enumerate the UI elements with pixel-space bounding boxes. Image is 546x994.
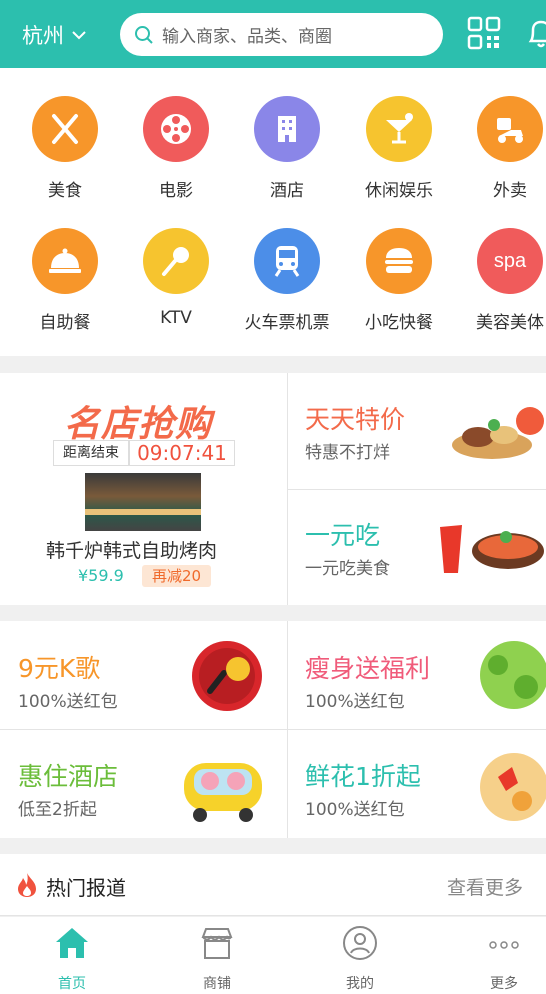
- home-page: 杭州 输入商家、品类、商圈 美食 电影 酒店 休闲娱乐 外卖 自助餐 KTV 火…: [0, 0, 546, 994]
- search-placeholder: 输入商家、品类、商圈: [162, 27, 332, 47]
- city-label: 杭州: [22, 24, 64, 48]
- category-label: 电影: [159, 181, 193, 201]
- takeout-illustration-icon: [480, 753, 546, 821]
- grid-card-title: 鲜花1折起: [305, 762, 421, 791]
- hot-news-title: 热门报道: [46, 876, 126, 900]
- tab-mine[interactable]: 我的: [320, 925, 400, 993]
- tab-label: 更多: [490, 976, 518, 992]
- category-label: KTV: [160, 308, 192, 328]
- category-snacks[interactable]: 小吃快餐: [349, 228, 449, 338]
- grid-card-sub: 100%送红包: [305, 800, 405, 820]
- train-icon: [254, 228, 320, 294]
- category-movie[interactable]: 电影: [126, 96, 226, 206]
- grid-card-title: 惠住酒店: [18, 762, 119, 791]
- more-dots-icon: [489, 941, 519, 949]
- tab-label: 商铺: [203, 976, 231, 992]
- grid-card-title: 9元K歌: [18, 654, 101, 683]
- qr-scan-icon[interactable]: [467, 16, 501, 50]
- tab-shops[interactable]: 商铺: [177, 925, 257, 993]
- category-label: 美容美体: [476, 313, 544, 333]
- grid-card-sub: 低至2折起: [18, 800, 97, 820]
- cocktail-icon: [366, 96, 432, 162]
- tab-more[interactable]: 更多: [464, 925, 544, 993]
- spa-icon-text: spa: [493, 249, 527, 272]
- daily-deal-sub: 特惠不打烊: [305, 443, 390, 463]
- grid-card-sub: 100%送红包: [18, 692, 118, 712]
- bottom-nav: 首页 商铺 我的 更多: [0, 917, 546, 994]
- building-icon: [254, 96, 320, 162]
- top-bar: 杭州 输入商家、品类、商圈: [0, 0, 546, 68]
- scooter-icon: [477, 96, 543, 162]
- category-label: 小吃快餐: [365, 313, 433, 333]
- bell-icon[interactable]: [526, 16, 546, 50]
- category-buffet[interactable]: 自助餐: [15, 228, 115, 338]
- divider: [288, 489, 546, 490]
- tab-label: 首页: [58, 976, 86, 992]
- chevron-down-icon: [72, 31, 86, 40]
- promo-section: 名店抢购 距离结束 09:07:41 韩千炉韩式自助烤肉 ¥59.9 再减20 …: [0, 373, 546, 605]
- tab-label: 我的: [346, 976, 374, 992]
- one-yuan-sub: 一元吃美食: [305, 559, 390, 579]
- fork-knife-icon: [32, 96, 98, 162]
- outing-illustration-icon: [480, 641, 546, 709]
- food-bowl-icon: [440, 525, 544, 573]
- film-reel-icon: [143, 96, 209, 162]
- shop-photo: [85, 473, 201, 531]
- grid-card-sub: 100%送红包: [305, 692, 405, 712]
- countdown-timer: 09:07:41: [129, 440, 235, 466]
- user-icon: [343, 926, 377, 960]
- tab-home[interactable]: 首页: [32, 925, 112, 993]
- category-label: 美食: [48, 181, 82, 201]
- daily-deal-title: 天天特价: [305, 405, 406, 434]
- category-beauty[interactable]: spa 美容美体: [460, 228, 546, 338]
- shop-name: 韩千炉韩式自助烤肉: [46, 540, 218, 562]
- city-selector[interactable]: 杭州: [22, 20, 86, 50]
- see-more-link[interactable]: 查看更多: [447, 873, 523, 900]
- spa-icon: spa: [477, 228, 543, 294]
- grid-card-title: 瘦身送福利: [305, 654, 431, 683]
- category-label: 酒店: [270, 181, 304, 201]
- search-input[interactable]: 输入商家、品类、商圈: [120, 13, 443, 56]
- category-ktv[interactable]: KTV: [126, 228, 226, 338]
- rebate-badge: 再减20: [142, 565, 212, 587]
- category-hotel[interactable]: 酒店: [237, 96, 337, 206]
- category-leisure[interactable]: 休闲娱乐: [349, 96, 449, 206]
- category-takeout[interactable]: 外卖: [460, 96, 546, 206]
- search-icon: [135, 25, 153, 44]
- category-food[interactable]: 美食: [15, 96, 115, 206]
- category-label: 火车票机票: [244, 313, 330, 333]
- home-icon: [56, 928, 88, 958]
- burger-icon: [366, 228, 432, 294]
- microphone-icon: [143, 228, 209, 294]
- category-grid: 美食 电影 酒店 休闲娱乐 外卖 自助餐 KTV 火车票机票 小吃快餐 spa …: [0, 68, 546, 356]
- food-platter-icon: [452, 407, 544, 459]
- category-label: 休闲娱乐: [365, 181, 433, 201]
- shop-price: ¥59.9: [78, 566, 124, 585]
- cloche-icon: [32, 228, 98, 294]
- countdown-label: 距离结束: [53, 440, 129, 466]
- one-yuan-title: 一元吃: [305, 521, 381, 550]
- category-label: 外卖: [493, 181, 527, 201]
- hot-news-bar: 热门报道 查看更多: [0, 854, 546, 916]
- promo-grid: 9元K歌 100%送红包 瘦身送福利 100%送红包 惠住酒店 低至2折起 鲜花…: [0, 621, 546, 838]
- divider: [0, 729, 546, 730]
- hotel-car-icon: [184, 763, 262, 822]
- flame-icon: [18, 873, 36, 897]
- category-label: 自助餐: [39, 313, 91, 333]
- ktv-badge-icon: [192, 641, 262, 711]
- category-tickets[interactable]: 火车票机票: [237, 228, 337, 338]
- store-icon: [201, 928, 233, 959]
